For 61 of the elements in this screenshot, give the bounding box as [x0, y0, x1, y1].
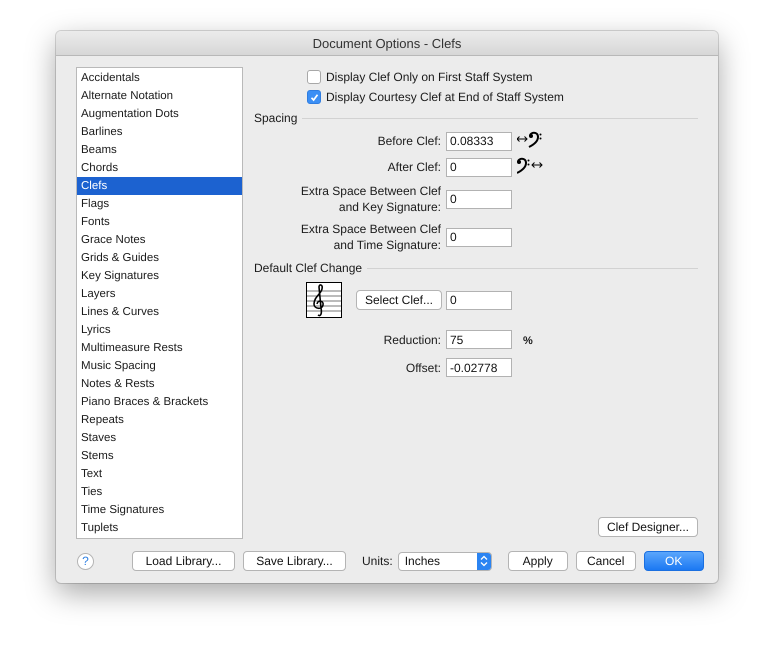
help-button[interactable]: ?: [77, 552, 94, 570]
units-dropdown[interactable]: Inches: [398, 552, 492, 571]
field-label: Extra Space Between Clef and Key Signature:: [300, 183, 441, 215]
category-item[interactable]: Beams: [77, 141, 242, 159]
clef-designer-button[interactable]: Clef Designer...: [598, 517, 698, 538]
arrow-bass-clef-icon: [517, 131, 543, 148]
checkbox-label: Display Courtesy Clef at End of Staff System: [326, 90, 564, 104]
units-label: Units:: [362, 554, 393, 568]
category-item[interactable]: Multimeasure Rests: [77, 339, 242, 357]
category-item[interactable]: Ties: [77, 483, 242, 501]
category-item[interactable]: Grids & Guides: [77, 249, 242, 267]
field-label: Extra Space Between Clef and Time Signature:: [300, 221, 441, 253]
category-item[interactable]: Tuplets: [77, 519, 242, 537]
category-item[interactable]: Alternate Notation: [77, 87, 242, 105]
bass-clef-arrow-icon: [517, 157, 544, 174]
category-item[interactable]: Lines & Curves: [77, 303, 242, 321]
input-field[interactable]: 0: [446, 158, 512, 176]
checkmark-icon: [310, 92, 318, 102]
category-item[interactable]: Lyrics: [77, 321, 242, 339]
category-item[interactable]: Fonts: [77, 213, 242, 231]
category-item[interactable]: Clefs: [77, 177, 242, 195]
category-item[interactable]: Augmentation Dots: [77, 105, 242, 123]
category-item[interactable]: Key Signatures: [77, 267, 242, 285]
category-item[interactable]: Flags: [77, 195, 242, 213]
section-title: Default Clef Change: [254, 261, 362, 275]
category-item[interactable]: Layers: [77, 285, 242, 303]
dialog-button[interactable]: Cancel: [576, 551, 636, 572]
input-field[interactable]: 0: [446, 228, 512, 246]
category-item[interactable]: Music Spacing: [77, 357, 242, 375]
checkbox-label: Display Clef Only on First Staff System: [326, 70, 533, 84]
category-item[interactable]: Staves: [77, 429, 242, 447]
category-item[interactable]: Repeats: [77, 411, 242, 429]
input-field[interactable]: 75: [446, 330, 512, 349]
category-item[interactable]: Barlines: [77, 123, 242, 141]
checkbox[interactable]: [307, 70, 321, 84]
category-item[interactable]: Grace Notes: [77, 231, 242, 249]
input-field[interactable]: 0: [446, 190, 512, 208]
select-clef-button[interactable]: Select Clef...: [356, 290, 442, 310]
checkbox[interactable]: [307, 90, 321, 104]
stepper-icon: [476, 552, 491, 570]
field-label: Reduction:: [382, 332, 441, 348]
field-label: After Clef:: [386, 159, 441, 175]
category-item[interactable]: Time Signatures: [77, 501, 242, 519]
library-button[interactable]: Load Library...: [132, 551, 235, 572]
unit-label: %: [523, 334, 533, 346]
field-label: Offset:: [404, 360, 441, 376]
category-item[interactable]: Text: [77, 465, 242, 483]
dialog-button[interactable]: Apply: [508, 551, 568, 572]
input-field[interactable]: 0.08333: [446, 132, 512, 150]
input-field[interactable]: 0: [446, 290, 512, 310]
input-field[interactable]: -0.02778: [446, 358, 512, 377]
section-title: Spacing: [254, 111, 298, 125]
clef-preview-icon: [306, 282, 342, 318]
category-item[interactable]: Chords: [77, 159, 242, 177]
library-button[interactable]: Save Library...: [243, 551, 346, 572]
category-item[interactable]: Accidentals: [77, 69, 242, 87]
window-title: Document Options - Clefs: [312, 36, 462, 50]
category-item[interactable]: Notes & Rests: [77, 375, 242, 393]
category-item[interactable]: Stems: [77, 447, 242, 465]
category-item[interactable]: Piano Braces & Brackets: [77, 393, 242, 411]
field-label: Before Clef:: [376, 133, 441, 149]
